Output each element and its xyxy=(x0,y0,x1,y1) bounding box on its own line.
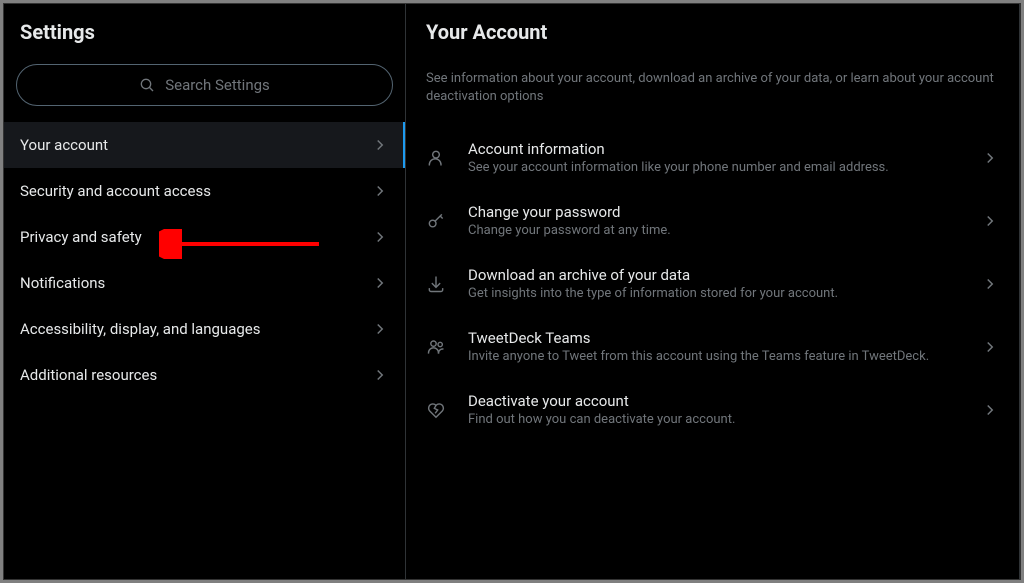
option-title: Account information xyxy=(468,140,959,158)
person-icon xyxy=(426,148,446,168)
sidebar-item-label: Additional resources xyxy=(20,366,157,384)
chevron-right-icon xyxy=(371,366,389,384)
heartbreak-icon xyxy=(426,400,446,420)
option-title: Download an archive of your data xyxy=(468,266,959,284)
option-tweetdeck-teams[interactable]: TweetDeck Teams Invite anyone to Tweet f… xyxy=(406,315,1019,378)
option-subtitle: See your account information like your p… xyxy=(468,160,959,175)
search-icon xyxy=(139,77,155,93)
option-title: Change your password xyxy=(468,203,959,221)
key-icon xyxy=(426,211,446,231)
download-icon xyxy=(426,274,446,294)
sidebar-header: Settings xyxy=(4,4,405,56)
chevron-right-icon xyxy=(371,136,389,154)
search-placeholder: Search Settings xyxy=(165,76,270,94)
chevron-right-icon xyxy=(981,149,999,167)
sidebar-item-label: Accessibility, display, and languages xyxy=(20,320,260,338)
search-container: Search Settings xyxy=(4,56,405,122)
option-subtitle: Invite anyone to Tweet from this account… xyxy=(468,349,959,364)
option-title: Deactivate your account xyxy=(468,392,959,410)
option-text: TweetDeck Teams Invite anyone to Tweet f… xyxy=(468,329,959,364)
main-description: See information about your account, down… xyxy=(406,60,1019,126)
option-text: Change your password Change your passwor… xyxy=(468,203,959,238)
sidebar-item-label: Privacy and safety xyxy=(20,228,142,246)
option-deactivate-account[interactable]: Deactivate your account Find out how you… xyxy=(406,378,1019,441)
chevron-right-icon xyxy=(371,320,389,338)
chevron-right-icon xyxy=(981,338,999,356)
chevron-right-icon xyxy=(371,274,389,292)
chevron-right-icon xyxy=(981,401,999,419)
option-subtitle: Get insights into the type of informatio… xyxy=(468,286,959,301)
option-subtitle: Find out how you can deactivate your acc… xyxy=(468,412,959,427)
option-title: TweetDeck Teams xyxy=(468,329,959,347)
chevron-right-icon xyxy=(371,228,389,246)
option-account-information[interactable]: Account information See your account inf… xyxy=(406,126,1019,189)
main-header: Your Account xyxy=(406,16,1019,60)
settings-list: Your account Security and account access… xyxy=(4,122,405,398)
settings-sidebar: Settings Search Settings Your account Se… xyxy=(4,4,406,579)
sidebar-item-security[interactable]: Security and account access xyxy=(4,168,405,214)
sidebar-item-label: Security and account access xyxy=(20,182,211,200)
page-title: Settings xyxy=(20,20,389,44)
option-change-password[interactable]: Change your password Change your passwor… xyxy=(406,189,1019,252)
option-text: Deactivate your account Find out how you… xyxy=(468,392,959,427)
sidebar-item-additional[interactable]: Additional resources xyxy=(4,352,405,398)
people-icon xyxy=(426,337,446,357)
sidebar-item-accessibility[interactable]: Accessibility, display, and languages xyxy=(4,306,405,352)
sidebar-item-privacy[interactable]: Privacy and safety xyxy=(4,214,405,260)
chevron-right-icon xyxy=(981,212,999,230)
main-title: Your Account xyxy=(426,20,999,44)
chevron-right-icon xyxy=(981,275,999,293)
option-text: Account information See your account inf… xyxy=(468,140,959,175)
chevron-right-icon xyxy=(371,182,389,200)
option-subtitle: Change your password at any time. xyxy=(468,223,959,238)
option-download-archive[interactable]: Download an archive of your data Get ins… xyxy=(406,252,1019,315)
main-content: Your Account See information about your … xyxy=(406,4,1020,579)
option-text: Download an archive of your data Get ins… xyxy=(468,266,959,301)
sidebar-item-label: Your account xyxy=(20,136,108,154)
sidebar-item-your-account[interactable]: Your account xyxy=(4,122,405,168)
search-input[interactable]: Search Settings xyxy=(16,64,393,106)
option-list: Account information See your account inf… xyxy=(406,126,1019,441)
sidebar-item-label: Notifications xyxy=(20,274,105,292)
sidebar-item-notifications[interactable]: Notifications xyxy=(4,260,405,306)
settings-app: Settings Search Settings Your account Se… xyxy=(3,3,1021,580)
